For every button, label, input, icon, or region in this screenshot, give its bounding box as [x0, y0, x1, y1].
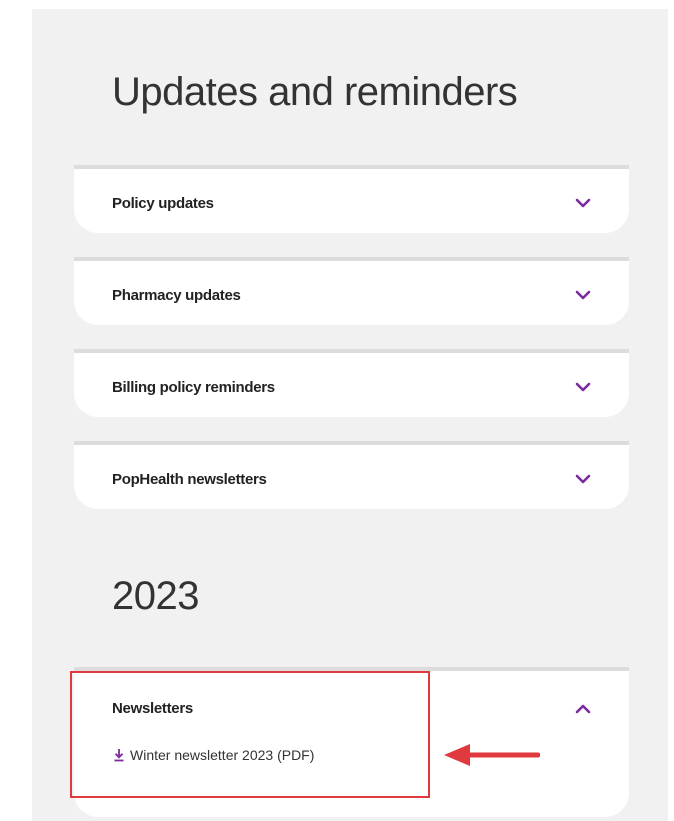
download-icon	[114, 748, 124, 762]
chevron-down-icon[interactable]	[571, 191, 595, 215]
left-arrow-icon	[440, 740, 541, 775]
accordion-label: Billing policy reminders	[112, 379, 275, 396]
accordion-label: PopHealth newsletters	[112, 471, 267, 488]
winter-newsletter-link[interactable]: Winter newsletter 2023 (PDF)	[114, 747, 314, 763]
page-title: Updates and reminders	[112, 70, 518, 114]
accordion-label: Policy updates	[112, 195, 214, 212]
chevron-down-icon[interactable]	[571, 467, 595, 491]
chevron-down-icon[interactable]	[571, 283, 595, 307]
accordion-pharmacy-updates[interactable]: Pharmacy updates	[74, 257, 629, 325]
chevron-up-icon[interactable]	[571, 697, 595, 721]
year-heading: 2023	[112, 574, 199, 618]
chevron-down-icon[interactable]	[571, 375, 595, 399]
accordion-policy-updates[interactable]: Policy updates	[74, 165, 629, 233]
accordion-label: Pharmacy updates	[112, 287, 241, 304]
accordion-pophealth-newsletters[interactable]: PopHealth newsletters	[74, 441, 629, 509]
link-text: Winter newsletter 2023 (PDF)	[130, 747, 315, 763]
accordion-newsletters[interactable]: Newsletters Winter newsletter 2023 (PDF)	[74, 667, 629, 817]
accordion-label: Newsletters	[112, 700, 193, 717]
accordion-billing-policy-reminders[interactable]: Billing policy reminders	[74, 349, 629, 417]
